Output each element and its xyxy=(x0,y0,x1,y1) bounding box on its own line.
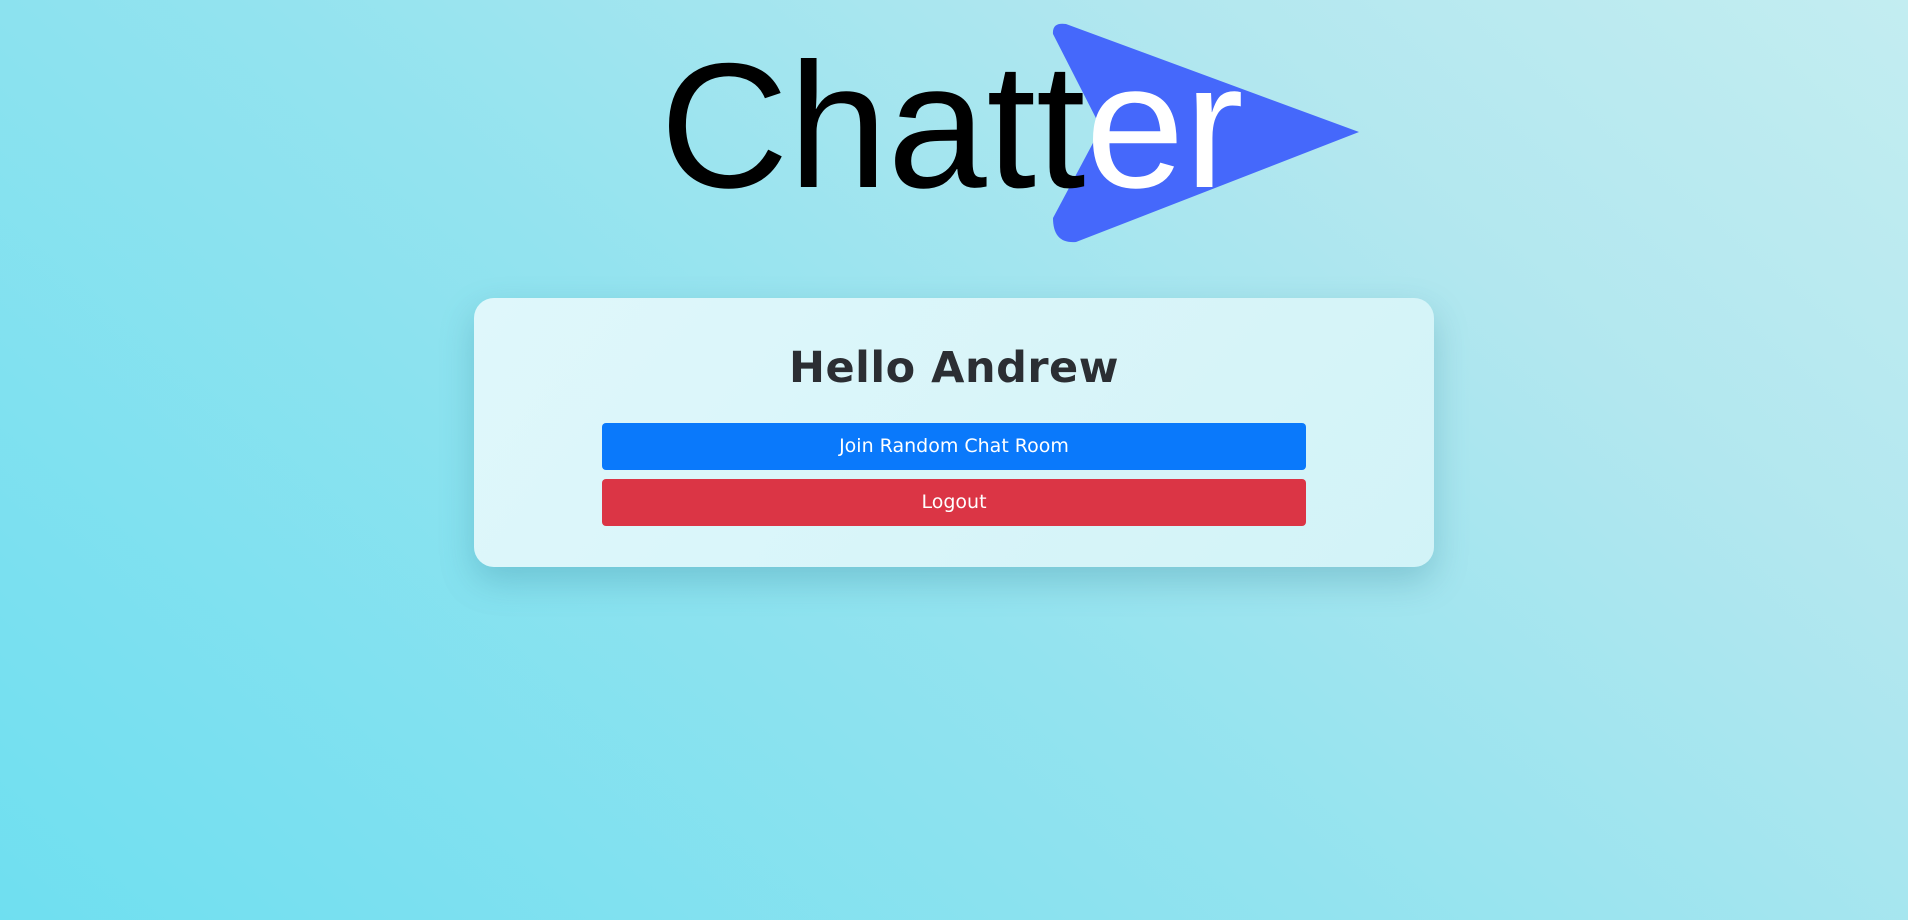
join-random-chat-room-button[interactable]: Join Random Chat Room xyxy=(602,423,1306,470)
chatter-logo: Chatter xyxy=(660,18,1360,248)
logout-button[interactable]: Logout xyxy=(602,479,1306,526)
greeting-heading: Hello Andrew xyxy=(789,343,1119,393)
welcome-card: Hello Andrew Join Random Chat Room Logou… xyxy=(474,298,1434,567)
logo-text-on-arrow: er xyxy=(1085,26,1243,225)
logo-text: Chatter xyxy=(660,26,1244,225)
